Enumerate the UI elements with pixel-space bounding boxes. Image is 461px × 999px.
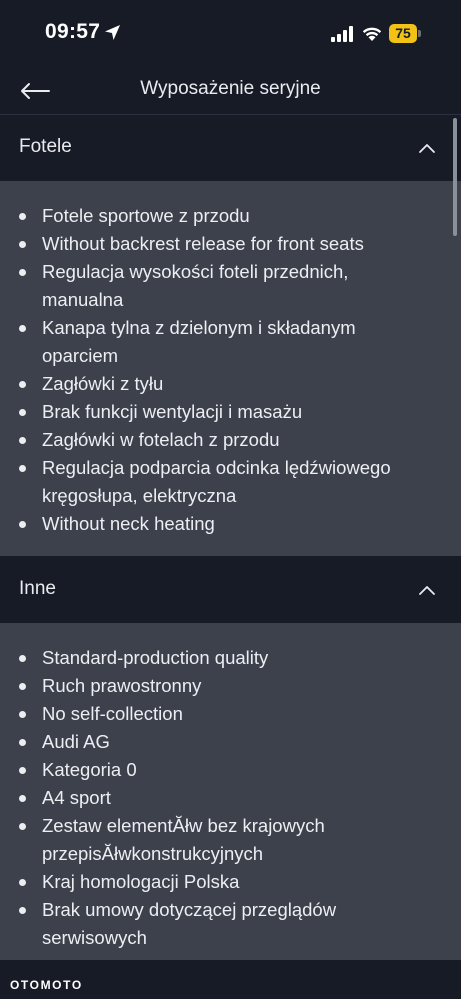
status-bar: 09:57 75: [0, 0, 461, 68]
list-item-text: Brak funkcji wentylacji i masażu: [42, 401, 303, 422]
list-item-text: Without neck heating: [42, 513, 215, 534]
list-item-text: Kanapa tylna z dzielonym i składanym opa…: [42, 317, 356, 366]
list-item-text: Regulacja podparcia odcinka lędźwiowego …: [42, 457, 391, 506]
battery-tip: [418, 30, 421, 37]
footer: OTOMOTO: [0, 960, 461, 999]
list-item: Fotele sportowe z przodu: [0, 202, 452, 230]
section-title: Fotele: [19, 136, 72, 157]
bullet-icon: [19, 269, 26, 276]
bullet-icon: [19, 907, 26, 914]
bullet-icon: [19, 213, 26, 220]
status-time: 09:57: [45, 20, 101, 43]
feature-list: Fotele sportowe z przodu Without backres…: [0, 202, 452, 538]
bullet-icon: [19, 381, 26, 388]
section-body-inne: Standard-production quality Ruch prawost…: [0, 623, 461, 960]
list-item-text: A4 sport: [42, 787, 111, 808]
list-item: Regulacja podparcia odcinka lędźwiowego …: [0, 454, 452, 510]
list-item: Standard-production quality: [0, 644, 452, 672]
list-item-text: Audi AG: [42, 731, 110, 752]
list-item-text: Without backrest release for front seats: [42, 233, 364, 254]
list-item-text: Fotele sportowe z przodu: [42, 205, 250, 226]
list-item-text: Standard-production quality: [42, 647, 269, 668]
list-item-text: Brak umowy dotyczącej przeglądów serwiso…: [42, 899, 337, 948]
list-item-text: No self-collection: [42, 703, 183, 724]
bullet-icon: [19, 409, 26, 416]
list-item: Zagłówki z tyłu: [0, 370, 452, 398]
battery-icon: 75: [389, 24, 421, 43]
scrollbar[interactable]: [453, 118, 457, 236]
chevron-up-icon: [419, 144, 435, 153]
list-item: A4 sport: [0, 784, 452, 812]
page-title: Wyposażenie seryjne: [140, 78, 321, 99]
list-item: Ruch prawostronny: [0, 672, 452, 700]
bullet-icon: [19, 683, 26, 690]
list-item-text: Zagłówki w fotelach z przodu: [42, 429, 280, 450]
page-header: Wyposażenie seryjne: [0, 68, 461, 114]
list-item: Regulacja wysokości foteli przednich, ma…: [0, 258, 452, 314]
list-item: Zagłówki w fotelach z przodu: [0, 426, 452, 454]
bullet-icon: [19, 325, 26, 332]
chevron-up-icon: [419, 586, 435, 595]
bullet-icon: [19, 795, 26, 802]
list-item: No self-collection: [0, 700, 452, 728]
list-item: Kategoria 0: [0, 756, 452, 784]
section-header-inne[interactable]: Inne: [0, 557, 461, 623]
wifi-icon: [362, 27, 382, 41]
cellular-signal-icon: [331, 26, 353, 42]
battery-level: 75: [389, 24, 417, 43]
bullet-icon: [19, 739, 26, 746]
list-item: Without neck heating: [0, 510, 452, 538]
feature-list: Standard-production quality Ruch prawost…: [0, 644, 452, 952]
screen: 09:57 75 Wyposażenie seryjne Fotele Fote…: [0, 0, 461, 999]
list-item-text: Kategoria 0: [42, 759, 137, 780]
list-item-text: Kraj homologacji Polska: [42, 871, 240, 892]
otomoto-logo: OTOMOTO: [10, 978, 83, 992]
location-arrow-icon: [105, 25, 120, 40]
bullet-icon: [19, 437, 26, 444]
list-item-text: Ruch prawostronny: [42, 675, 202, 696]
bullet-icon: [19, 465, 26, 472]
bullet-icon: [19, 767, 26, 774]
list-item: Brak umowy dotyczącej przeglądów serwiso…: [0, 896, 452, 952]
list-item: Zestaw elementĂłw bez krajowych przepisĂ…: [0, 812, 452, 868]
bullet-icon: [19, 823, 26, 830]
section-body-fotele: Fotele sportowe z przodu Without backres…: [0, 181, 461, 556]
bullet-icon: [19, 879, 26, 886]
list-item-text: Zestaw elementĂłw bez krajowych przepisĂ…: [42, 815, 325, 864]
list-item: Audi AG: [0, 728, 452, 756]
section-header-fotele[interactable]: Fotele: [0, 115, 461, 181]
list-item: Brak funkcji wentylacji i masażu: [0, 398, 452, 426]
bullet-icon: [19, 521, 26, 528]
list-item: Without backrest release for front seats: [0, 230, 452, 258]
bullet-icon: [19, 711, 26, 718]
list-item-text: Zagłówki z tyłu: [42, 373, 164, 394]
bullet-icon: [19, 241, 26, 248]
section-title: Inne: [19, 578, 56, 599]
list-item: Kraj homologacji Polska: [0, 868, 452, 896]
list-item: Kanapa tylna z dzielonym i składanym opa…: [0, 314, 452, 370]
bullet-icon: [19, 655, 26, 662]
list-item-text: Regulacja wysokości foteli przednich, ma…: [42, 261, 349, 310]
